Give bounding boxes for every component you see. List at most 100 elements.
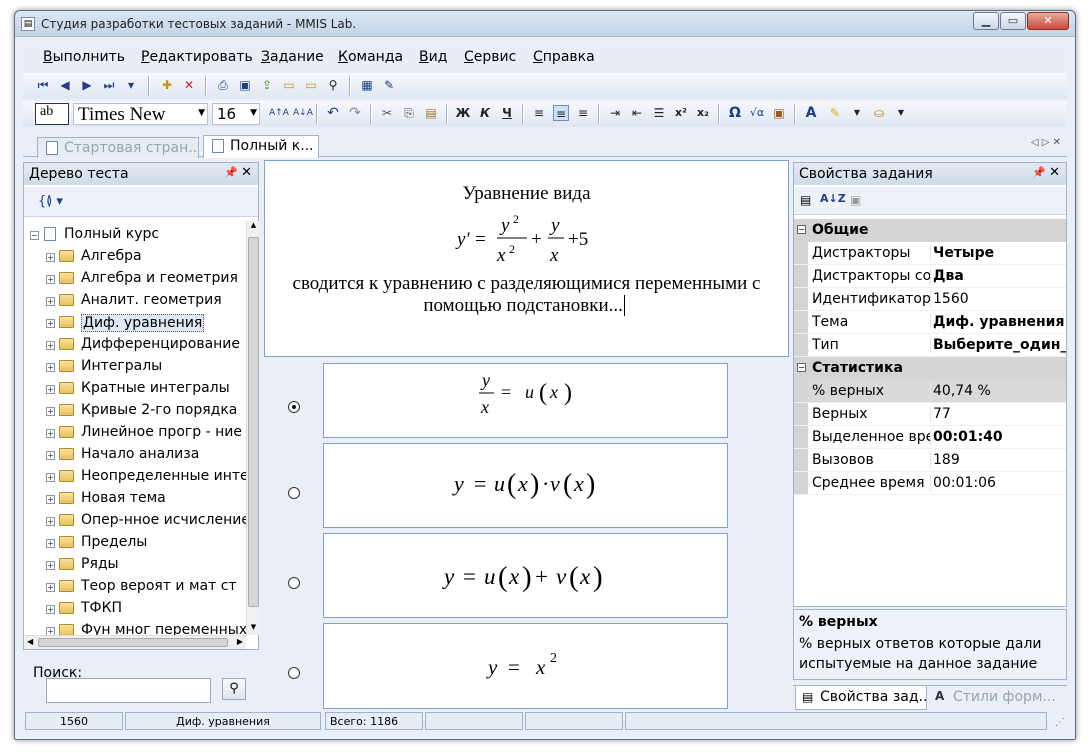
font-size-combo[interactable]: 16 ▼ [212,103,260,125]
menu-task[interactable]: Задание [261,49,324,65]
close-button[interactable]: ✕ [1027,12,1069,30]
expand-icon[interactable]: + [46,319,55,328]
tree-options-icon[interactable]: {≬ ▾ [38,194,63,209]
answer-radio-4[interactable] [288,667,300,679]
tree-item[interactable]: + Пределы [24,533,244,555]
expand-icon[interactable]: + [46,275,55,284]
copy-icon[interactable]: ⎘ [401,105,417,121]
answer-radio-1[interactable] [288,401,300,413]
minimize-button[interactable]: ▁ [973,12,999,30]
tree-item[interactable]: + Новая тема [24,489,244,511]
highlight-icon[interactable]: ✎ [827,105,843,121]
menu-edit[interactable]: Редактировать [141,49,253,65]
fill-color-icon[interactable]: ⛀ [871,105,887,121]
property-row[interactable]: Верных 77 [794,403,1066,426]
tree-scrollbar[interactable]: ▲ ▼ [246,221,259,635]
property-category[interactable]: − Общие [794,219,1066,242]
last-record-icon[interactable]: ⏭ [101,77,117,93]
bullets-icon[interactable]: ☰ [651,105,667,121]
paste-icon[interactable]: ▤ [423,105,439,121]
tree-item[interactable]: + Алгебра [24,247,244,269]
tree-item[interactable]: + Кривые 2-го порядка [24,401,244,423]
property-row[interactable]: Дистракторы сос Два [794,265,1066,288]
property-row[interactable]: Дистракторы Четыре [794,242,1066,265]
superscript-icon[interactable]: x² [673,105,689,121]
tree-item[interactable]: + Диф. уравнения [24,313,244,335]
property-value[interactable]: Четыре [930,245,1066,261]
pin-icon[interactable]: 📌 [1032,166,1046,179]
property-value[interactable]: Выберите_один_из [930,337,1066,353]
expand-icon[interactable]: + [46,517,55,526]
property-row[interactable]: Выделенное вре 00:01:40 [794,426,1066,449]
property-row[interactable]: Среднее время 00:01:06 [794,472,1066,495]
answer-radio-2[interactable] [288,487,300,499]
scroll-down-icon[interactable]: ▼ [248,623,259,635]
delete-icon[interactable]: ✕ [181,77,197,93]
tree-item[interactable]: + Дифференцирование [24,335,244,357]
expand-icon[interactable]: + [46,495,55,504]
undo-icon[interactable]: ↶ [325,105,341,121]
folder-icon[interactable]: ▭ [303,77,319,93]
chevron-down-icon[interactable]: ▼ [893,105,909,121]
property-row[interactable]: Тема Диф. уравнения [794,311,1066,334]
search-button[interactable]: ⚲ [222,678,246,700]
tree-item[interactable]: + Ряды [24,555,244,577]
answer-option-3[interactable]: y = u ( x ) + v ( x ) [323,533,728,618]
menu-run[interactable]: Выполнить [43,49,125,65]
property-pages-icon[interactable]: ▣ [850,193,861,207]
grow-font-icon[interactable]: A↑A [269,105,289,121]
chevron-down-icon[interactable]: ▼ [198,108,205,118]
question-editor[interactable]: Уравнение вида y' = y2 x2 + y x +5 своди… [264,160,789,357]
align-center-icon[interactable]: ≡ [553,105,569,121]
record-menu-icon[interactable]: ▾ [123,77,139,93]
align-left-icon[interactable]: ≡ [531,105,547,121]
formula-icon[interactable]: √α [749,105,765,121]
first-record-icon[interactable]: ⏮ [35,77,51,93]
prev-record-icon[interactable]: ◀ [57,77,73,93]
tree-item[interactable]: + Кратные интегралы [24,379,244,401]
tab-task-properties[interactable]: ▤ Свойства зад... [795,686,927,710]
property-value[interactable]: 00:01:40 [930,429,1066,445]
property-row[interactable]: Вызовов 189 [794,449,1066,472]
tree-item[interactable]: + Фун мног переменных [24,621,246,635]
expand-icon[interactable]: + [46,605,55,614]
menu-service[interactable]: Сервис [464,49,516,65]
chevron-down-icon[interactable]: ▼ [250,108,257,118]
expand-icon[interactable]: + [46,561,55,570]
menu-help[interactable]: Справка [533,49,595,65]
expand-icon[interactable]: + [46,539,55,548]
expand-icon[interactable]: + [46,627,55,635]
property-value[interactable]: 1560 [930,291,1066,307]
indent-icon[interactable]: ⇥ [607,105,623,121]
expand-icon[interactable]: + [46,583,55,592]
table-icon[interactable]: ▦ [359,77,375,93]
tree-hscrollbar[interactable]: ◀ ▶ [24,635,246,649]
tree-item[interactable]: + ТФКП [24,599,244,621]
expand-icon[interactable]: + [46,253,55,262]
tab-start-page[interactable]: Стартовая стран... [37,137,199,158]
expand-icon[interactable]: + [46,451,55,460]
preview-icon[interactable]: ▣ [237,77,253,93]
scroll-left-icon[interactable]: ◀ [27,637,33,646]
new-item-icon[interactable]: ✚ [159,77,175,93]
answer-option-1[interactable]: y x = u ( x ) [323,363,728,438]
scroll-up-icon[interactable]: ▲ [248,221,259,233]
italic-button[interactable]: К [477,105,493,121]
maximize-button[interactable]: ▭ [1000,12,1026,30]
style-ab-box[interactable]: ab [35,103,69,125]
expand-icon[interactable]: + [46,297,55,306]
tree-view[interactable]: − Полный курс + Алгебра + Алгебра и геометр… [24,221,246,635]
expand-icon[interactable]: + [46,473,55,482]
property-value[interactable]: 189 [930,452,1066,468]
tree-item[interactable]: + Линейное прогр - ние [24,423,244,445]
font-name-combo[interactable]: Times New ▼ [73,103,208,125]
scroll-thumb[interactable] [248,237,259,607]
outdent-icon[interactable]: ⇤ [629,105,645,121]
property-value[interactable]: 77 [930,406,1066,422]
collapse-icon[interactable]: − [30,231,39,240]
expand-icon[interactable]: + [46,385,55,394]
property-value[interactable]: Два [930,268,1066,284]
tree-item[interactable]: + Интегралы [24,357,244,379]
tree-item[interactable]: + Начало анализа [24,445,244,467]
close-icon[interactable]: ✕ [241,165,252,180]
